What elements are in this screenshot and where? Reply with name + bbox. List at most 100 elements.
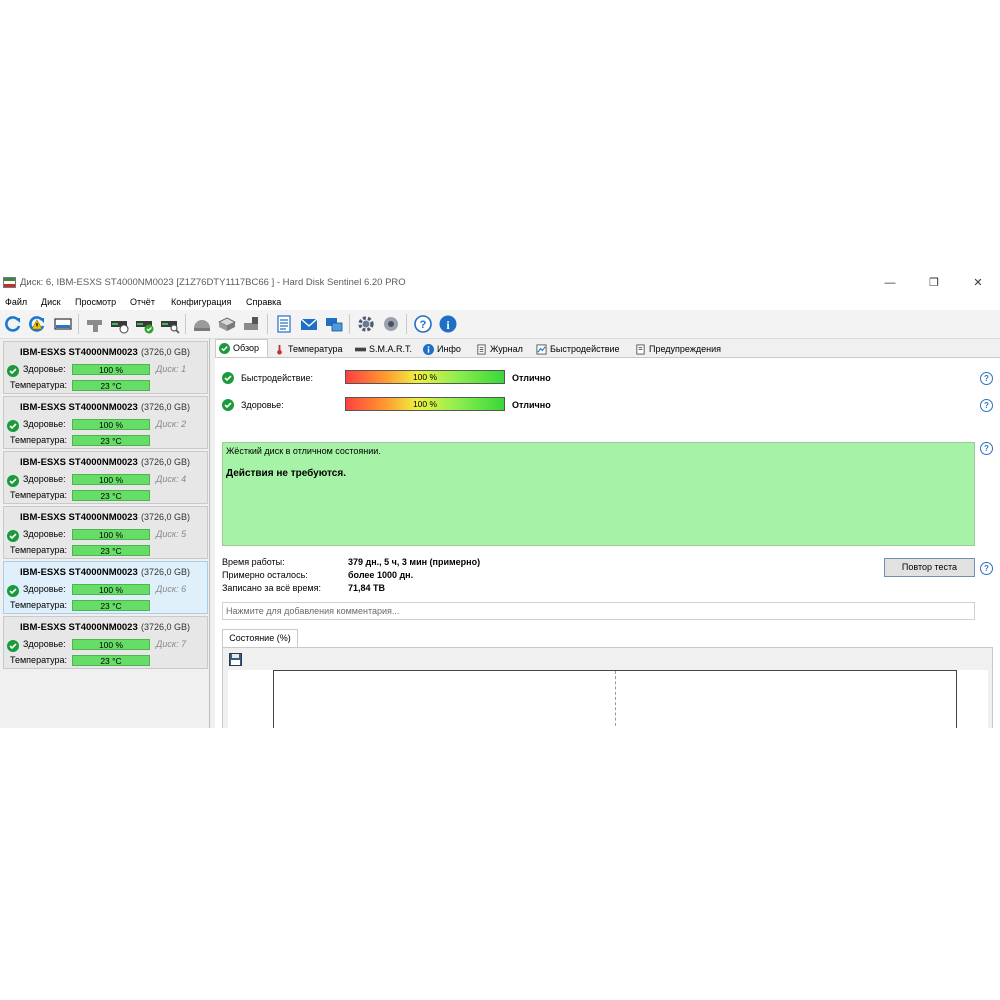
disk-icon[interactable] bbox=[53, 314, 73, 334]
help-icon[interactable]: ? bbox=[980, 372, 993, 385]
comment-input[interactable]: Нажмите для добавления комментария... bbox=[222, 602, 975, 620]
health-bar: 100 % bbox=[72, 419, 150, 430]
disk-number: Диск: 5 bbox=[156, 529, 187, 539]
tab-overview[interactable]: Обзор bbox=[215, 339, 268, 357]
disk-name: IBM-ESXS ST4000NM0023 bbox=[20, 512, 138, 523]
minimize-button[interactable]: — bbox=[868, 272, 912, 294]
temperature-label: Температура: bbox=[10, 600, 68, 610]
menu-configuration[interactable]: Конфигурация bbox=[171, 297, 231, 307]
refresh-warning-icon[interactable] bbox=[27, 314, 47, 334]
disk-number: Диск: 4 bbox=[156, 474, 187, 484]
disk-name: IBM-ESXS ST4000NM0023 bbox=[20, 567, 138, 578]
menu-view[interactable]: Просмотр bbox=[75, 297, 116, 307]
tab-label: Предупреждения bbox=[649, 344, 721, 354]
toolbar: ? i bbox=[0, 310, 1000, 339]
disk-size: (3726,0 GB) bbox=[141, 567, 191, 577]
email-icon[interactable] bbox=[299, 314, 319, 334]
ok-check-icon bbox=[219, 343, 230, 355]
tab-warnings[interactable]: Предупреждения bbox=[635, 341, 721, 357]
menu-file[interactable]: Файл bbox=[5, 297, 27, 307]
disk-list-item-selected[interactable]: IBM-ESXS ST4000NM0023 (3726,0 GB) Здоров… bbox=[3, 561, 208, 614]
network-icon[interactable] bbox=[324, 314, 344, 334]
ok-check-icon bbox=[7, 420, 19, 432]
ok-check-icon bbox=[7, 585, 19, 597]
action-message: Действия не требуются. bbox=[226, 468, 346, 479]
tab-label: Температура bbox=[288, 344, 343, 354]
svg-text:?: ? bbox=[420, 319, 427, 331]
ok-check-icon bbox=[222, 372, 234, 384]
health-bar: 100 % bbox=[72, 474, 150, 485]
thermometer-icon bbox=[277, 345, 282, 355]
temperature-label: Температура: bbox=[10, 655, 68, 665]
disk-number: Диск: 2 bbox=[156, 419, 187, 429]
disk-list-panel: IBM-ESXS ST4000NM0023 (3726,0 GB) Здоров… bbox=[0, 339, 210, 728]
temperature-bar: 23 °C bbox=[72, 545, 150, 556]
disk-list-item[interactable]: IBM-ESXS ST4000NM0023 (3726,0 GB) Здоров… bbox=[3, 616, 208, 669]
disk-search-icon[interactable] bbox=[160, 314, 180, 334]
gear-icon[interactable] bbox=[356, 314, 376, 334]
help-icon[interactable]: ? bbox=[980, 399, 993, 412]
toolbar-separator bbox=[349, 314, 350, 334]
health-label: Здоровье: bbox=[23, 364, 66, 374]
status-message: Жёсткий диск в отличном состоянии. bbox=[226, 446, 381, 456]
menu-report[interactable]: Отчёт bbox=[130, 297, 155, 307]
tab-performance[interactable]: Быстродействие bbox=[536, 341, 620, 357]
temperature-label: Температура: bbox=[10, 435, 68, 445]
health-label: Здоровье: bbox=[23, 474, 66, 484]
disk-test-icon[interactable] bbox=[85, 314, 105, 334]
menu-help[interactable]: Справка bbox=[246, 297, 281, 307]
health-label: Здоровье: bbox=[23, 584, 66, 594]
health-bar: 100 % bbox=[72, 639, 150, 650]
window-title: Диск: 6, IBM-ESXS ST4000NM0023 [Z1Z76DTY… bbox=[20, 277, 406, 288]
menu-disk[interactable]: Диск bbox=[41, 297, 61, 307]
refresh-icon[interactable] bbox=[3, 314, 23, 334]
disk-list-item[interactable]: IBM-ESXS ST4000NM0023 (3726,0 GB) Здоров… bbox=[3, 341, 208, 394]
ok-check-icon bbox=[7, 475, 19, 487]
state-chart-panel bbox=[222, 647, 993, 728]
maximize-button[interactable]: ❐ bbox=[912, 272, 956, 294]
save-icon[interactable] bbox=[229, 653, 242, 666]
tab-smart[interactable]: S.M.A.R.T. bbox=[355, 341, 412, 357]
remaining-label: Примерно осталось: bbox=[222, 570, 308, 580]
disk-surface-icon[interactable] bbox=[192, 314, 212, 334]
disk-tools-icon[interactable] bbox=[217, 314, 237, 334]
health-bar: 100 % bbox=[72, 364, 150, 375]
health-label: Здоровье: bbox=[23, 529, 66, 539]
tab-temperature[interactable]: Температура bbox=[274, 341, 343, 357]
ok-check-icon bbox=[222, 399, 234, 411]
health-bar: 100 % bbox=[345, 397, 505, 411]
temperature-label: Температура: bbox=[10, 490, 68, 500]
disk-number: Диск: 7 bbox=[156, 639, 187, 649]
document-icon bbox=[477, 344, 486, 355]
written-value: 71,84 TB bbox=[348, 583, 386, 593]
sound-icon[interactable] bbox=[381, 314, 401, 334]
disk-check-icon[interactable] bbox=[135, 314, 155, 334]
disk-list-item[interactable]: IBM-ESXS ST4000NM0023 (3726,0 GB) Здоров… bbox=[3, 396, 208, 449]
tab-state-percent[interactable]: Состояние (%) bbox=[222, 629, 298, 647]
help-icon[interactable]: ? bbox=[980, 442, 993, 455]
help-icon[interactable]: ? bbox=[413, 314, 433, 334]
disk-size: (3726,0 GB) bbox=[141, 402, 191, 412]
health-label: Здоровье: bbox=[23, 419, 66, 429]
info-icon[interactable]: i bbox=[438, 314, 458, 334]
uptime-label: Время работы: bbox=[222, 557, 285, 567]
disk-icon bbox=[355, 347, 366, 352]
health-status: Отлично bbox=[512, 400, 551, 410]
tab-info[interactable]: Инфо bbox=[423, 341, 461, 357]
help-icon[interactable]: ? bbox=[980, 562, 993, 575]
disk-number: Диск: 1 bbox=[156, 364, 187, 374]
health-bar: 100 % bbox=[72, 584, 150, 595]
toolbar-separator bbox=[406, 314, 407, 334]
disk-settings-icon[interactable] bbox=[242, 314, 262, 334]
report-icon[interactable] bbox=[274, 314, 294, 334]
tab-log[interactable]: Журнал bbox=[476, 341, 523, 357]
close-button[interactable]: ✕ bbox=[956, 272, 1000, 294]
disk-list-item[interactable]: IBM-ESXS ST4000NM0023 (3726,0 GB) Здоров… bbox=[3, 506, 208, 559]
disk-name: IBM-ESXS ST4000NM0023 bbox=[20, 457, 138, 468]
disk-timer-icon[interactable] bbox=[110, 314, 130, 334]
disk-name: IBM-ESXS ST4000NM0023 bbox=[20, 402, 138, 413]
disk-list-item[interactable]: IBM-ESXS ST4000NM0023 (3726,0 GB) Здоров… bbox=[3, 451, 208, 504]
temperature-bar: 23 °C bbox=[72, 600, 150, 611]
details-panel: Обзор Температура S.M.A.R.T. Инфо Журнал… bbox=[215, 339, 1000, 728]
retest-button[interactable]: Повтор теста bbox=[884, 558, 975, 577]
